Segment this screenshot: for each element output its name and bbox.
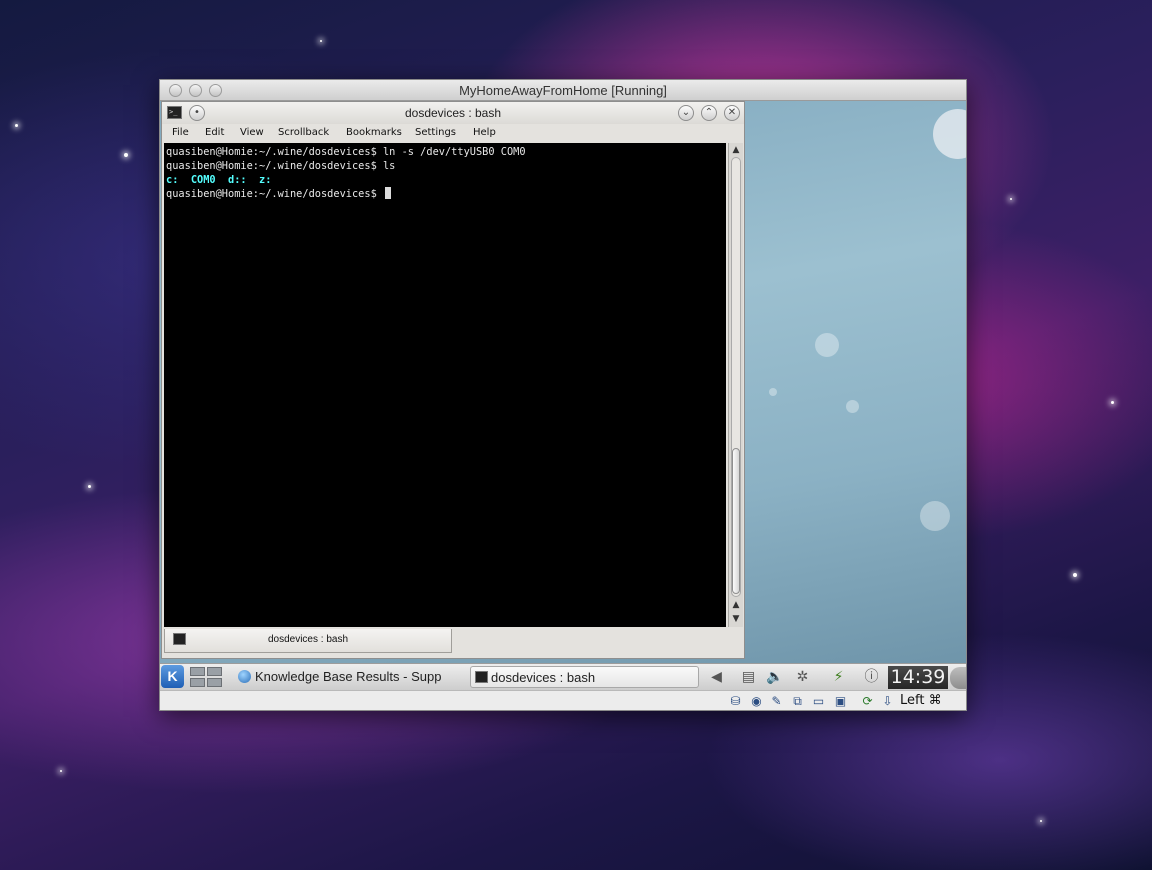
mouse-integration-icon[interactable]: ⟳ (860, 694, 875, 709)
sticky-button[interactable]: • (189, 105, 205, 121)
ls-entry: z: (259, 174, 272, 186)
zoom-button[interactable] (209, 84, 222, 97)
ls-output-line: c: COM0 d:: z: (166, 173, 726, 187)
session-tab-label: dosdevices : bash (267, 634, 349, 645)
star (1073, 573, 1077, 577)
pager-desktop[interactable] (190, 667, 205, 676)
star (124, 153, 128, 157)
menu-settings[interactable]: Settings (415, 124, 456, 142)
taskbar-item-konsole[interactable]: dosdevices : bash (470, 666, 699, 688)
menu-file[interactable]: File (172, 124, 189, 142)
konsole-titlebar[interactable]: >_ • dosdevices : bash ⌄ ⌃ ✕ (162, 102, 744, 124)
clock[interactable]: 14:39 (888, 666, 948, 689)
guest-desktop: >_ • dosdevices : bash ⌄ ⌃ ✕ File Edit V… (160, 101, 966, 663)
window-title: MyHomeAwayFromHome [Running] (459, 83, 667, 98)
vbox-status-bar: ⛁ ◉ ✎ ⧉ ▭ ▣ ⟳ ⇩ Left ⌘ (160, 690, 966, 710)
terminal-icon[interactable]: >_ (167, 106, 182, 119)
ls-entry: d:: (228, 174, 247, 186)
power-icon[interactable]: ⚡ (830, 669, 847, 686)
menu-scrollback[interactable]: Scrollback (278, 124, 329, 142)
terminal-icon (173, 633, 186, 645)
taskbar-item-label: Knowledge Base Results - Supp (255, 669, 442, 684)
taskbar-item-browser[interactable]: Knowledge Base Results - Supp (238, 666, 466, 688)
taskbar-item-label: dosdevices : bash (491, 670, 596, 685)
hard-disk-icon[interactable]: ⛁ (728, 694, 743, 709)
terminal-output[interactable]: quasiben@Homie:~/.wine/dosdevices$ ln -s… (164, 143, 726, 627)
optical-drive-icon[interactable]: ◉ (749, 694, 764, 709)
desktop-pager[interactable] (190, 666, 224, 688)
menu-view[interactable]: View (240, 124, 264, 142)
wallpaper-decoration (920, 501, 950, 531)
scroll-up-arrow-icon[interactable]: ▲ (729, 598, 743, 612)
star (15, 124, 18, 127)
wallpaper-decoration (815, 333, 839, 357)
star (88, 485, 91, 488)
ls-entry: COM0 (190, 174, 216, 186)
star (60, 770, 62, 772)
terminal-icon (475, 671, 488, 683)
prompt-line: quasiben@Homie:~/.wine/dosdevices$ (166, 187, 726, 201)
menu-edit[interactable]: Edit (205, 124, 224, 142)
terminal-line: quasiben@Homie:~/.wine/dosdevices$ ls (166, 160, 396, 172)
menu-help[interactable]: Help (473, 124, 496, 142)
menubar: File Edit View Scrollback Bookmarks Sett… (162, 124, 744, 142)
volume-icon[interactable]: 🔈 (766, 669, 783, 686)
shared-folder-icon[interactable]: ▭ (811, 694, 826, 709)
network-adapter-icon[interactable]: ⧉ (790, 694, 805, 709)
pager-desktop[interactable] (207, 667, 222, 676)
scroll-up-arrow-icon[interactable]: ▲ (729, 143, 743, 157)
info-icon[interactable]: ⓘ (863, 669, 880, 686)
pager-desktop[interactable] (207, 678, 222, 687)
host-key-label: Left ⌘ (900, 693, 942, 708)
pager-desktop[interactable] (190, 678, 205, 687)
scroll-thumb[interactable] (732, 448, 740, 594)
konsole-title: dosdevices : bash (404, 106, 502, 120)
wallpaper-decoration (769, 388, 777, 396)
prompt: quasiben@Homie:~/.wine/dosdevices$ (166, 188, 383, 200)
star (1040, 820, 1042, 822)
close-button[interactable]: ✕ (724, 105, 740, 121)
kde-menu-button[interactable]: K (161, 665, 184, 688)
ls-entry: c: (166, 174, 179, 186)
browser-icon (238, 670, 251, 683)
terminal-line: quasiben@Homie:~/.wine/dosdevices$ ln -s… (166, 146, 526, 158)
kde-panel: K Knowledge Base Results - Supp dosdevic… (160, 663, 966, 690)
konsole-window: >_ • dosdevices : bash ⌄ ⌃ ✕ File Edit V… (161, 101, 745, 659)
close-button[interactable] (169, 84, 182, 97)
minimize-button[interactable]: ⌄ (678, 105, 694, 121)
terminal-scrollbar[interactable]: ▲ ▲ ▼ (728, 143, 743, 627)
usb-icon[interactable]: ✎ (769, 694, 784, 709)
star (320, 40, 322, 42)
vbox-titlebar[interactable]: MyHomeAwayFromHome [Running] (160, 80, 966, 101)
text-cursor (384, 187, 391, 199)
clipboard-icon[interactable]: ▤ (740, 669, 757, 686)
menu-bookmarks[interactable]: Bookmarks (346, 124, 402, 142)
panel-scroll-left-icon[interactable]: ◀ (708, 669, 725, 686)
session-tab[interactable]: dosdevices : bash (164, 629, 452, 653)
maximize-button[interactable]: ⌃ (701, 105, 717, 121)
star (1111, 401, 1114, 404)
network-icon[interactable]: ✲ (794, 669, 811, 686)
panel-end-handle[interactable] (950, 667, 966, 689)
minimize-button[interactable] (189, 84, 202, 97)
scroll-down-arrow-icon[interactable]: ▼ (729, 612, 743, 626)
wallpaper-decoration (933, 109, 966, 159)
host-key-capture-icon[interactable]: ⇩ (880, 694, 895, 709)
scroll-track[interactable] (731, 157, 741, 597)
wallpaper-decoration (846, 400, 859, 413)
star (1010, 198, 1012, 200)
virtualization-icon[interactable]: ▣ (833, 694, 848, 709)
virtualbox-window: MyHomeAwayFromHome [Running] >_ • dosdev… (159, 79, 967, 711)
